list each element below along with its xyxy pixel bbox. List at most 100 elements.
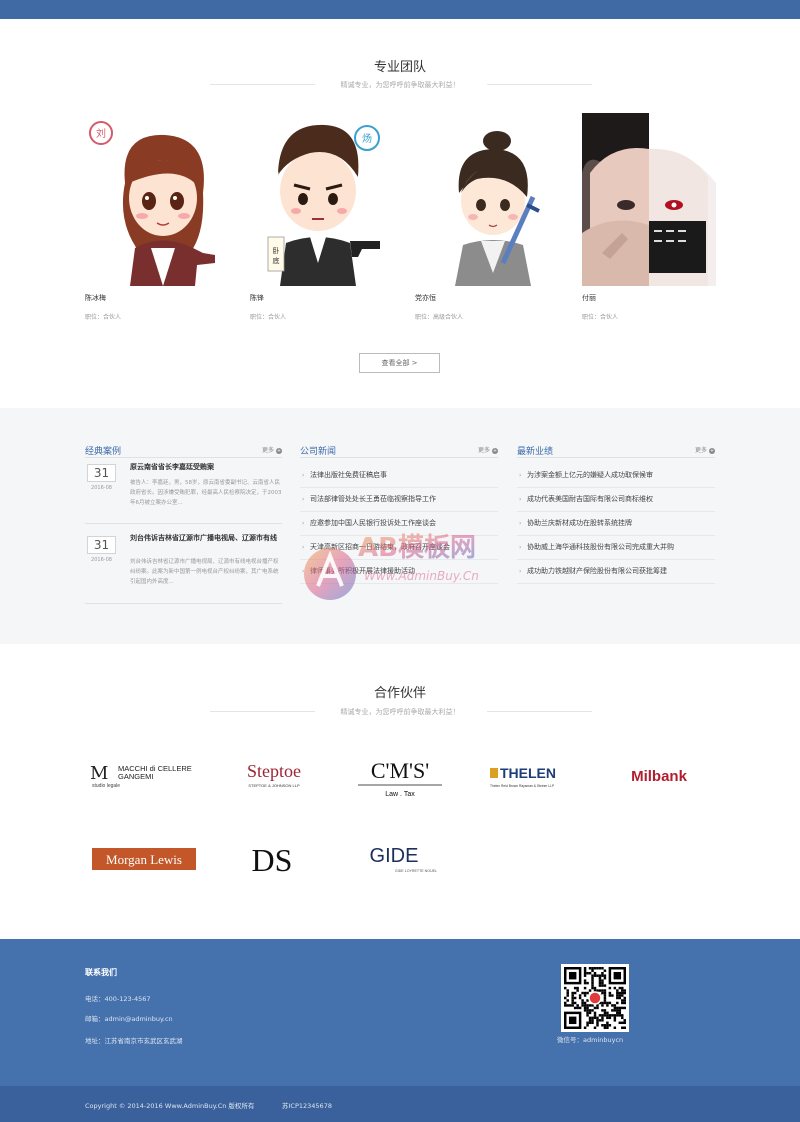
performance-item-title[interactable]: 协助兰庆新材成功在股转系统挂牌 [527,518,632,528]
member-name[interactable]: 陈冰梅 [85,293,219,303]
gide-wordmark: GIDE [370,845,419,867]
steptoe-sub: STEPTOE & JOHNSON LLP [248,783,300,788]
team-member-card[interactable]: 刘 陈冰梅 职位：合伙人 [85,113,219,321]
news-item[interactable]: › 司法部律管处处长王勇莅临视察指导工作 [300,488,498,512]
performance-item-title[interactable]: 成功助力铁越财产保险股份有限公司获批筹建 [527,566,667,576]
arrow-icon: › [519,472,522,479]
member-photo[interactable] [415,113,549,286]
performance-item-title[interactable]: 协助威上海华通科技股份有限公司完成重大并购 [527,542,674,552]
performance-item[interactable]: › 协助兰庆新材成功在股转系统挂牌 [517,512,715,536]
news-item-title[interactable]: 法律出版社免费征稿启事 [310,470,387,480]
case-item[interactable]: 31 2016-08 刘台伟诉吉林省辽源市广播电视局、辽源市有线 刘台伟诉吉林省… [85,524,282,604]
plus-icon[interactable]: + [709,447,715,454]
arrow-icon: › [519,496,522,503]
performance-item[interactable]: › 协助威上海华通科技股份有限公司完成重大并购 [517,536,715,560]
morgan-wordmark: Morgan Lewis [106,852,182,867]
case-day: 31 [87,536,116,554]
performance-title[interactable]: 最新业绩 [517,444,553,457]
performance-item[interactable]: › 成功助力铁越财产保险股份有限公司获批筹建 [517,560,715,584]
more-label[interactable]: 更多 [695,447,707,454]
partner-logo-ds[interactable]: DS [248,838,296,880]
case-day: 31 [87,464,116,482]
performance-item[interactable]: › 为涉案金额上亿元的嫌疑人成功取保候审 [517,464,715,488]
news-title[interactable]: 公司新闻 [300,444,336,457]
watermark-url: Www.AdminBuy.Cn [364,569,479,583]
steptoe-wordmark: Steptoe [247,761,301,781]
arrow-icon: › [302,496,305,503]
case-item[interactable]: 31 2016-08 原云南省省长李嘉廷受贿案 被告人：李嘉廷，男，58岁，原云… [85,458,282,524]
member-role: 职位：高级合伙人 [415,314,464,321]
macchi-monogram-icon: M [90,763,108,784]
cases-title[interactable]: 经典案例 [85,444,121,457]
footer: 联系我们 电话：400-123-4567 邮箱：admin@adminbuy.c… [0,939,800,1086]
case-month: 2016-08 [91,557,112,563]
top-bar [0,0,800,19]
cms-sub: Law . Tax [385,791,415,798]
partner-logo-thelen[interactable]: THELEN Thelen Reid Brown Raysman & Stein… [486,760,574,792]
qr-code [561,964,629,1032]
team-member-card[interactable]: 付丽 职位：合伙人 [582,113,716,321]
partner-logo-macchi[interactable]: M MACCHI di CELLERE GANGEMI studio legal… [86,757,201,791]
ds-wordmark: DS [252,842,293,878]
performance-item-title[interactable]: 成功代表美国耐吉国际有限公司商标维权 [527,494,653,504]
watermark-brand: AB模板网 [358,533,476,563]
view-all-button[interactable]: 查看全部 > [359,353,440,373]
more-label[interactable]: 更多 [478,447,490,454]
cases-column: 经典案例 更多 + [85,442,282,458]
member-name[interactable]: 陈锋 [250,293,384,303]
svg-text:刘: 刘 [96,128,106,140]
partner-logo-gide[interactable]: GIDE GIDE LOYRETTE NOUEL [358,840,450,876]
case-title[interactable]: 刘台伟诉吉林省辽源市广播电视局、辽源市有线 [130,532,282,544]
member-role: 职位：合伙人 [250,314,287,321]
news-column: 公司新闻 更多 + [300,442,498,458]
member-photo[interactable] [582,113,716,286]
partner-logo-cms[interactable]: C'M'S' Law . Tax [348,752,452,802]
performance-more-link[interactable]: 更多 + [695,445,715,454]
partners-subtitle: 精诚专业，为您呼呼前争取最大利益！ [340,708,460,716]
partner-logo-morgan-lewis[interactable]: Morgan Lewis [92,848,196,870]
arrow-icon: › [302,472,305,479]
plus-icon[interactable]: + [276,447,282,454]
cases-header: 经典案例 更多 + [85,442,282,458]
arrow-icon: › [519,520,522,527]
member-role: 职位：合伙人 [85,314,122,321]
case-desc: 被告人：李嘉廷，男，58岁，原云南省委副书记、云南省人民政府省长。因涉嫌受贿犯罪… [130,480,282,506]
copyright-bar: Copyright © 2014-2016 Www.AdminBuy.Cn 版权… [0,1086,800,1122]
team-member-card[interactable]: 炀 卧 底 陈锋 职位：合伙人 [250,113,384,321]
footer-address: 地址：江苏省南京市玄武区玄武湖 [85,1037,183,1045]
performance-item-title[interactable]: 为涉案金额上亿元的嫌疑人成功取保候审 [527,470,653,480]
member-photo[interactable]: 炀 卧 底 [250,113,384,286]
icp-text: 苏ICP12345678 [282,1102,332,1110]
macchi-line3: studio legale [92,783,120,789]
macchi-line2: GANGEMI [118,772,153,781]
thelen-wordmark: THELEN [500,765,556,781]
case-title[interactable]: 原云南省省长李嘉廷受贿案 [130,461,282,473]
member-role: 职位：合伙人 [582,314,619,321]
team-member-card[interactable]: 党亦恒 职位：高级合伙人 [415,113,549,321]
news-item-title[interactable]: 司法部律管处处长王勇莅临视察指导工作 [310,494,436,504]
plus-icon[interactable]: + [492,447,498,454]
case-date: 31 2016-08 [87,536,116,563]
partners-title: 合作伙伴 [373,686,426,701]
team-title: 专业团队 [373,60,426,75]
member-name[interactable]: 党亦恒 [415,293,549,303]
performance-item[interactable]: › 成功代表美国耐吉国际有限公司商标维权 [517,488,715,512]
member-photo[interactable]: 刘 [85,113,219,286]
more-label[interactable]: 更多 [262,447,274,454]
case-date: 31 2016-08 [87,464,116,491]
performance-column: 最新业绩 更多 + [517,442,715,458]
watermark: AB模板网 Www.AdminBuy.Cn [296,520,506,606]
partner-logo-steptoe[interactable]: Steptoe STEPTOE & JOHNSON LLP [232,757,317,793]
news-item[interactable]: › 法律出版社免费征稿启事 [300,464,498,488]
svg-text:炀: 炀 [362,132,372,145]
cases-more-link[interactable]: 更多 + [262,445,282,454]
copyright-text: Copyright © 2014-2016 Www.AdminBuy.Cn 版权… [85,1102,255,1110]
news-more-link[interactable]: 更多 + [478,445,498,454]
performance-header: 最新业绩 更多 + [517,442,715,458]
case-desc: 刘台伟诉吉林省辽源市广播电视局、辽源市有线电视台播产权纠纷案。此案为新中国第一例… [130,559,279,585]
partner-logo-milbank[interactable]: Milbank [612,762,706,790]
footer-email[interactable]: 邮箱：admin@adminbuy.cn [85,1013,173,1023]
news-header: 公司新闻 更多 + [300,442,498,458]
member-name[interactable]: 付丽 [582,293,716,303]
footer-title: 联系我们 [85,968,117,977]
